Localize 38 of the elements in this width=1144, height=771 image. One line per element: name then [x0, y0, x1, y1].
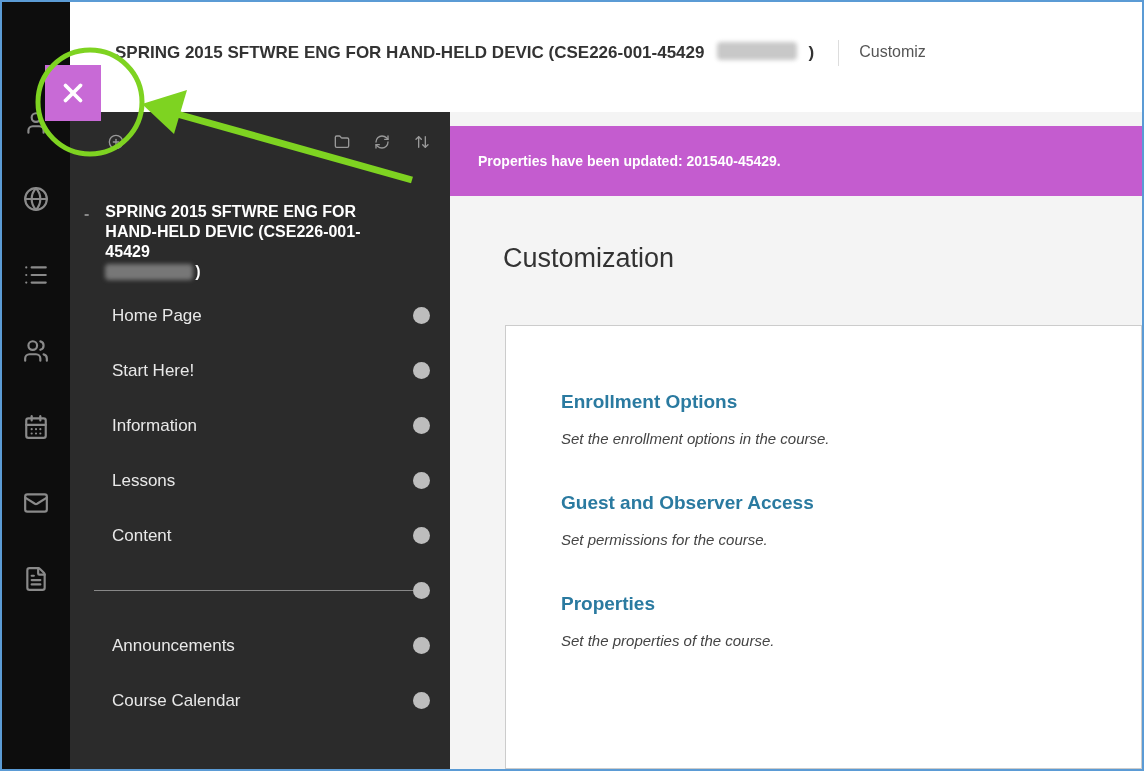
folder-icon[interactable] — [334, 134, 350, 150]
menu-item-handle[interactable] — [413, 472, 430, 489]
option-link[interactable]: Enrollment Options — [561, 387, 738, 416]
menu-item[interactable]: Information — [112, 412, 198, 439]
mail-icon[interactable] — [23, 490, 49, 516]
menu-item[interactable]: Start Here! — [112, 357, 195, 384]
globe-icon[interactable] — [23, 186, 49, 212]
course-title: SPRING 2015 SFTWRE ENG FOR HAND-HELD DEVIC (CSE226-001-45429 — [115, 42, 705, 64]
menu-course-title-end: ) — [195, 262, 201, 282]
option-description: Set permissions for the course. — [561, 530, 769, 550]
collapse-toggle[interactable]: - — [84, 202, 90, 282]
banner-message: Properties have been updated: 201540-45429. — [478, 151, 781, 171]
option-link[interactable]: Properties — [561, 589, 655, 618]
sort-icon[interactable] — [414, 134, 430, 150]
option-description: Set the enrollment options in the course. — [561, 429, 831, 449]
refresh-icon[interactable] — [374, 134, 390, 150]
menu-item-handle[interactable] — [413, 637, 430, 654]
divider-handle[interactable] — [413, 582, 430, 599]
group-icon[interactable] — [23, 338, 49, 364]
menu-course-title: SPRING 2015 SFTWRE ENG FOR HAND-HELD DEVIC (CSE226-001-45429 — [105, 203, 361, 260]
menu-item-handle[interactable] — [413, 307, 430, 324]
menu-item-handle[interactable] — [413, 362, 430, 379]
menu-item-handle[interactable] — [413, 527, 430, 544]
course-title-end: ) — [808, 42, 815, 64]
menu-item[interactable]: Lessons — [112, 467, 176, 494]
page-heading: Customization — [503, 242, 676, 275]
document-icon[interactable] — [23, 566, 49, 592]
menu-item[interactable]: Course Calendar — [112, 687, 241, 714]
option-description: Set the properties of the course. — [561, 631, 776, 651]
menu-item-handle[interactable] — [413, 417, 430, 434]
menu-item[interactable]: Home Page — [112, 302, 202, 329]
menu-item[interactable]: Announcements — [112, 632, 235, 659]
calendar-icon[interactable] — [23, 414, 49, 440]
option-link[interactable]: Guest and Observer Access — [561, 488, 814, 517]
menu-item-handle[interactable] — [413, 692, 430, 709]
breadcrumb[interactable]: Customiz — [859, 40, 926, 64]
menu-item[interactable]: Content — [112, 522, 172, 549]
add-icon[interactable] — [108, 134, 124, 150]
